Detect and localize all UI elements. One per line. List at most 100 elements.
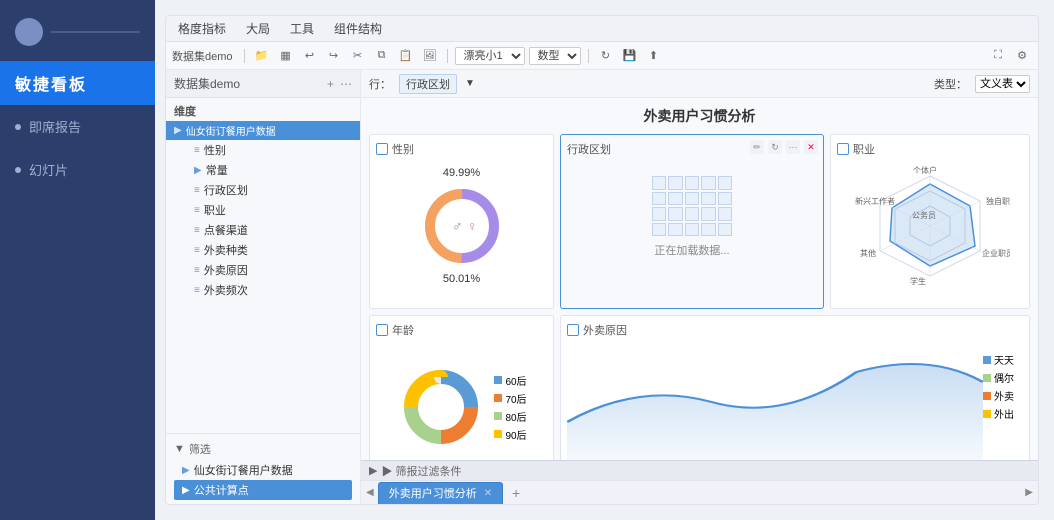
admin-ctrl-edit[interactable]: ✏ bbox=[750, 140, 764, 154]
tree-icon-occ: ≡ bbox=[194, 205, 200, 216]
menu-item-structure[interactable]: 组件结构 bbox=[330, 18, 386, 39]
toolbar-icon-refresh[interactable]: ↻ bbox=[596, 46, 616, 66]
toolbar-icon-settings[interactable]: ⚙ bbox=[1012, 46, 1032, 66]
toolbar-icon-copy[interactable]: ⧉ bbox=[372, 46, 392, 66]
sidebar-item-slides[interactable]: 幻灯片 bbox=[0, 148, 155, 191]
grid-cell bbox=[701, 223, 715, 237]
admin-ctrl-refresh[interactable]: ↻ bbox=[768, 140, 782, 154]
tree-sub-items: ≡ 性别 ▶ 常量 ≡ 行政区划 ≡ 职业 bbox=[166, 140, 360, 300]
age-legend-70-color bbox=[494, 394, 502, 402]
sidebar-logo bbox=[15, 18, 43, 46]
age-legend-60-label: 60后 bbox=[505, 373, 526, 388]
reason-chart-content: 天天 偶尔 外卖 bbox=[567, 342, 1023, 460]
toolbar-icon-img[interactable]: 🖼 bbox=[420, 46, 440, 66]
tree-item-channel[interactable]: ≡ 点餐渠道 bbox=[178, 220, 360, 240]
age-legend-70: 70后 bbox=[494, 391, 526, 406]
filter-item-dataset[interactable]: ▶ 仙女街订餐用户数据 bbox=[174, 460, 352, 480]
tree-label-channel: 点餐渠道 bbox=[204, 222, 248, 238]
chart-occ-title: 职业 bbox=[837, 141, 1023, 157]
zoom-select[interactable]: 漂亮小1 bbox=[455, 47, 525, 65]
reason-legend-1: 天天 bbox=[983, 352, 1023, 367]
bi-content: 数据集demo + ⋯ 维度 ▶ 仙女街订餐用户数据 ≡ 性别 bbox=[166, 70, 1038, 504]
grid-cell bbox=[685, 192, 699, 206]
tree-item-reason[interactable]: ≡ 外卖原因 bbox=[178, 260, 360, 280]
toolbar-icon-grid[interactable]: ▦ bbox=[276, 46, 296, 66]
filter-report-icon: ▶ bbox=[369, 464, 377, 477]
filter-type-select[interactable]: 文义表 bbox=[975, 75, 1030, 93]
tab-dashboard[interactable]: 外卖用户习惯分析 ✕ bbox=[378, 482, 503, 504]
tree-icon-type: ≡ bbox=[194, 245, 200, 256]
filter-item-dataset-label: 仙女街订餐用户数据 bbox=[194, 462, 293, 478]
tree-item-gender[interactable]: ≡ 性别 bbox=[178, 140, 360, 160]
panel-header-btn-add[interactable]: + bbox=[327, 77, 334, 91]
filter-item-public[interactable]: ▶ 公共计算点 bbox=[174, 480, 352, 500]
tab-scroll-right[interactable]: ▶ bbox=[1025, 487, 1033, 498]
tree-item-root[interactable]: ▶ 仙女街订餐用户数据 bbox=[166, 121, 360, 140]
toolbar-icon-paste[interactable]: 📋 bbox=[396, 46, 416, 66]
tree-item-occ[interactable]: ≡ 职业 bbox=[178, 200, 360, 220]
reason-legend: 天天 偶尔 外卖 bbox=[983, 342, 1023, 460]
tree-label-type: 外卖种类 bbox=[204, 242, 248, 258]
grid-cell bbox=[685, 207, 699, 221]
menu-item-guide[interactable]: 格度指标 bbox=[174, 18, 230, 39]
sidebar-item-reports[interactable]: 即席报告 bbox=[0, 105, 155, 148]
panel-section-title: 维度 bbox=[166, 98, 360, 121]
grid-cell bbox=[718, 176, 732, 190]
donut-svg: ♂ ♀ bbox=[417, 181, 507, 271]
grid-cell bbox=[685, 176, 699, 190]
svg-text:♂: ♂ bbox=[452, 218, 463, 234]
bi-tab-bar: ◀ 外卖用户习惯分析 ✕ + ▶ bbox=[361, 480, 1038, 504]
svg-text:企业职员: 企业职员 bbox=[982, 248, 1010, 258]
tree-icon-gender: ≡ bbox=[194, 145, 200, 156]
admin-ctrl-close[interactable]: ✕ bbox=[804, 140, 818, 154]
toolbar-icon-expand[interactable]: ⛶ bbox=[988, 46, 1008, 66]
sidebar-item-slides-label: 幻灯片 bbox=[29, 160, 68, 179]
grid-cell bbox=[685, 223, 699, 237]
reason-legend-1-color bbox=[983, 356, 991, 364]
tree-item-freq[interactable]: ≡ 外卖频次 bbox=[178, 280, 360, 300]
panel-header: 数据集demo + ⋯ bbox=[166, 70, 360, 98]
menu-item-global[interactable]: 大局 bbox=[242, 18, 274, 39]
reason-svg bbox=[567, 342, 983, 460]
svg-text:公务员: 公务员 bbox=[912, 210, 936, 220]
grid-cell bbox=[701, 176, 715, 190]
filter-item-public-label: 公共计算点 bbox=[194, 482, 249, 498]
filter-admin-dropdown[interactable]: ▼ bbox=[465, 78, 475, 89]
grid-cell bbox=[718, 223, 732, 237]
sidebar-item-dashboard[interactable]: 敏捷看板 bbox=[0, 61, 155, 105]
donut-container: 49.99% ♂ ♀ bbox=[376, 161, 547, 291]
tree-label-freq: 外卖频次 bbox=[204, 282, 248, 298]
menu-item-tools[interactable]: 工具 bbox=[286, 18, 318, 39]
tab-close-icon[interactable]: ✕ bbox=[484, 488, 492, 499]
view-select[interactable]: 数型 列表 bbox=[529, 47, 581, 65]
tree-item-const[interactable]: ▶ 常量 bbox=[178, 160, 360, 180]
radar-svg: 个体户 独自职业者 企业职员 学生 其他 新兴工作者 公务员 bbox=[850, 166, 1010, 286]
reason-legend-4-label: 外出 bbox=[994, 406, 1014, 421]
tree-icon-admin: ≡ bbox=[194, 185, 200, 196]
toolbar-icon-undo[interactable]: ↩ bbox=[300, 46, 320, 66]
age-legend: 60后 70后 80后 bbox=[494, 373, 526, 442]
toolbar-icon-export[interactable]: ⬆ bbox=[644, 46, 664, 66]
radar-container: 个体户 独自职业者 企业职员 学生 其他 新兴工作者 公务员 bbox=[837, 161, 1023, 291]
tree-item-type[interactable]: ≡ 外卖种类 bbox=[178, 240, 360, 260]
sidebar-logo-line bbox=[51, 31, 140, 33]
toolbar-icon-cut[interactable]: ✂ bbox=[348, 46, 368, 66]
toolbar-icon-save[interactable]: 💾 bbox=[620, 46, 640, 66]
tab-scroll-left[interactable]: ◀ bbox=[366, 487, 374, 498]
chart-age: 年龄 bbox=[369, 315, 554, 460]
toolbar-icon-redo[interactable]: ↪ bbox=[324, 46, 344, 66]
main-area: 格度指标 大局 工具 组件结构 数据集demo 📁 ▦ ↩ ↪ ✂ ⧉ 📋 🖼 … bbox=[155, 0, 1054, 520]
age-legend-80-color bbox=[494, 412, 502, 420]
admin-loading-text: 正在加载数据... bbox=[654, 242, 729, 258]
tree-label-reason: 外卖原因 bbox=[204, 262, 248, 278]
toolbar-icon-folder[interactable]: 📁 bbox=[252, 46, 272, 66]
tab-add-button[interactable]: + bbox=[507, 484, 525, 502]
filter-admin-tag[interactable]: 行政区划 bbox=[399, 74, 457, 94]
chart-age-title: 年龄 bbox=[376, 322, 547, 338]
svg-text:新兴工作者: 新兴工作者 bbox=[855, 196, 895, 206]
admin-ctrl-more[interactable]: ⋯ bbox=[786, 140, 800, 154]
filter-type-label: 类型： bbox=[934, 76, 967, 92]
panel-header-btn-more[interactable]: ⋯ bbox=[340, 77, 352, 91]
tree-item-admin[interactable]: ≡ 行政区划 bbox=[178, 180, 360, 200]
sidebar-item-reports-label: 即席报告 bbox=[29, 117, 81, 136]
